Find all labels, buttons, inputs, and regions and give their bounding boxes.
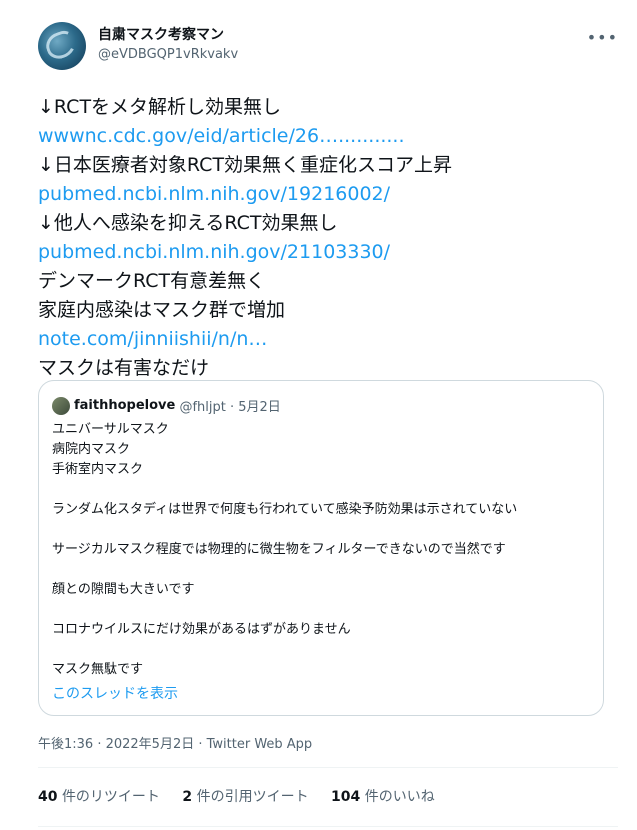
quoted-line: コロナウイルスにだけ効果があるはずがありません: [52, 622, 351, 637]
tweet-line: デンマークRCT有意差無く: [38, 270, 266, 292]
tweet-header: 自粛マスク考察マン @eVDBGQP1vRkvakv •••: [38, 22, 618, 78]
quoted-line-blank: [52, 520, 597, 540]
divider: [38, 826, 618, 827]
quoted-line: マスク無駄です: [52, 662, 144, 677]
retweets-label: 件のリツイート: [61, 789, 160, 805]
tweet-stats: 40 件のリツイート 2 件の引用ツイート 104 件のいいね: [38, 786, 453, 806]
quoted-avatar: [52, 396, 70, 415]
quotes-count: 2: [182, 789, 193, 805]
tweet-line: ↓RCTをメタ解析し効果無し: [38, 96, 282, 118]
avatar-swirl-graphic: [42, 27, 80, 63]
quoted-line-blank: [52, 640, 597, 660]
quoted-line-blank: [52, 560, 597, 580]
quoted-line: ランダム化スタディは世界で何度も行われていて感染予防効果は示されていない: [52, 502, 518, 517]
tweet-link-note[interactable]: note.com/jinniishii/n/n…: [38, 325, 618, 354]
quoted-tweet[interactable]: faithhopelove @fhljpt · 5月2日 ユニバーサルマスク 病…: [38, 380, 604, 716]
likes-label: 件のいいね: [364, 789, 435, 805]
likes-stat[interactable]: 104 件のいいね: [331, 786, 435, 806]
quoted-line-blank: [52, 600, 597, 620]
quotes-stat[interactable]: 2 件の引用ツイート: [182, 786, 308, 806]
author-display-name[interactable]: 自粛マスク考察マン: [98, 26, 238, 45]
quotes-label: 件の引用ツイート: [196, 789, 309, 805]
tweet-timestamp[interactable]: 午後1:36 · 2022年5月2日 · Twitter Web App: [38, 733, 312, 752]
quoted-line: サージカルマスク程度では物理的に微生物をフィルターできないので当然です: [52, 542, 506, 557]
tweet-link-cdc[interactable]: wwwnc.cdc.gov/eid/article/26…...........: [38, 122, 618, 151]
quoted-tweet-text: ユニバーサルマスク 病院内マスク 手術室内マスク ランダム化スタディは世界で何度…: [52, 420, 597, 680]
tweet-text: ↓RCTをメタ解析し効果無し wwwnc.cdc.gov/eid/article…: [38, 93, 618, 383]
quoted-author-name: faithhopelove: [74, 398, 176, 413]
quoted-line: 顔との隙間も大きいです: [52, 582, 195, 597]
likes-count: 104: [331, 789, 361, 805]
avatar[interactable]: [38, 22, 86, 70]
retweets-count: 40: [38, 789, 58, 805]
quoted-line-blank: [52, 480, 597, 500]
tweet-line: マスクは有害なだけ: [38, 357, 210, 379]
quoted-line: 手術室内マスク: [52, 462, 144, 477]
tweet: 自粛マスク考察マン @eVDBGQP1vRkvakv ••• ↓RCTをメタ解析…: [0, 0, 637, 830]
author-names: 自粛マスク考察マン @eVDBGQP1vRkvakv: [98, 26, 238, 64]
tweet-line: ↓日本医療者対象RCT効果無く重症化スコア上昇: [38, 154, 453, 176]
more-horizontal-icon[interactable]: •••: [587, 28, 618, 47]
tweet-link-pubmed-2[interactable]: pubmed.ncbi.nlm.nih.gov/21103330/: [38, 238, 618, 267]
show-thread-link[interactable]: このスレッドを表示: [52, 683, 178, 703]
quoted-tweet-header: faithhopelove @fhljpt · 5月2日: [52, 396, 281, 415]
tweet-line: 家庭内感染はマスク群で増加: [38, 299, 286, 321]
quoted-line: ユニバーサルマスク: [52, 422, 169, 437]
tweet-link-pubmed-1[interactable]: pubmed.ncbi.nlm.nih.gov/19216002/: [38, 180, 618, 209]
retweets-stat[interactable]: 40 件のリツイート: [38, 786, 160, 806]
tweet-line: ↓他人へ感染を抑えるRCT効果無し: [38, 212, 338, 234]
divider: [38, 767, 618, 768]
author-handle[interactable]: @eVDBGQP1vRkvakv: [98, 45, 238, 64]
quoted-author-meta: @fhljpt · 5月2日: [179, 400, 281, 415]
quoted-line: 病院内マスク: [52, 442, 131, 457]
